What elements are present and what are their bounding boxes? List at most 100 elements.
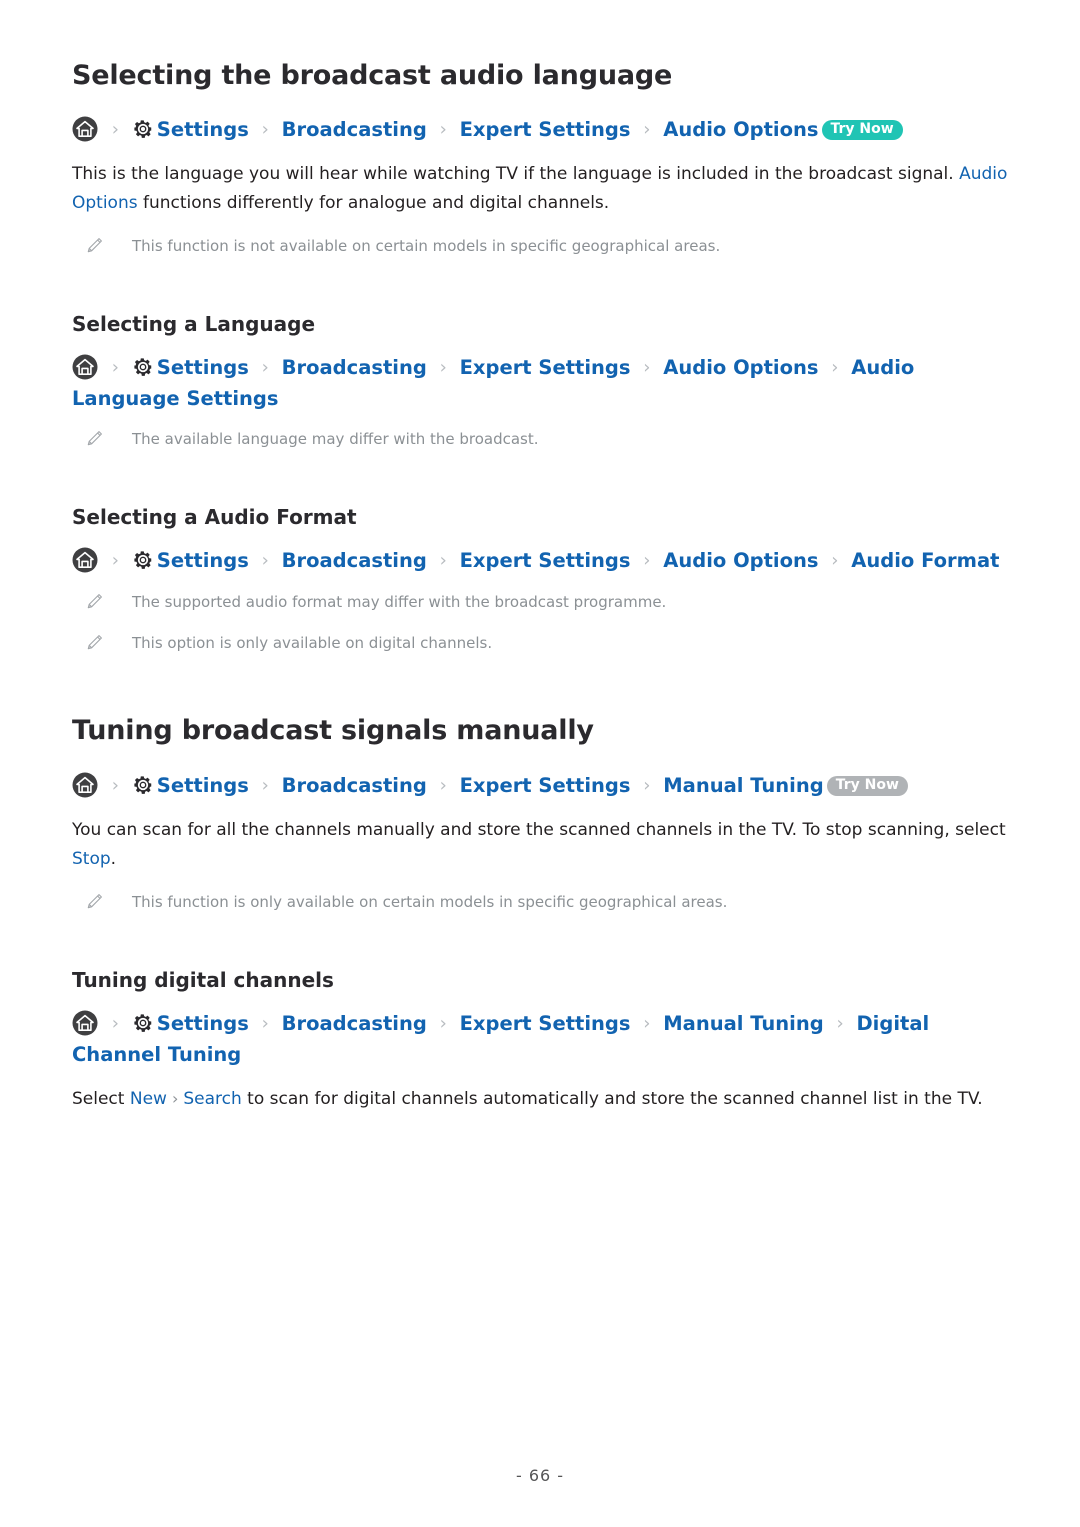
breadcrumb-item-broadcasting[interactable]: Broadcasting: [282, 1012, 427, 1035]
pencil-icon: [86, 593, 103, 610]
breadcrumb-item-settings[interactable]: Settings: [157, 356, 249, 379]
breadcrumb-item-expert-settings[interactable]: Expert Settings: [460, 356, 631, 379]
note-text: The available language may differ with t…: [132, 430, 539, 449]
page-title: Selecting the broadcast audio language: [72, 60, 673, 91]
breadcrumb-separator: ›: [643, 119, 651, 141]
inline-link-new[interactable]: New: [130, 1089, 167, 1109]
breadcrumb-item-settings[interactable]: Settings: [157, 549, 249, 572]
breadcrumb-item-audio-format[interactable]: Audio Format: [851, 549, 999, 572]
breadcrumb-item-settings[interactable]: Settings: [157, 118, 249, 141]
breadcrumb: › Settings › Broadcasting › Expert Setti…: [72, 115, 1008, 146]
pencil-icon: [86, 893, 103, 910]
breadcrumb-item-broadcasting[interactable]: Broadcasting: [282, 118, 427, 141]
section-heading-tuning-digital-channels: Tuning digital channels: [72, 967, 334, 992]
paragraph-text-part2: .: [110, 848, 117, 869]
breadcrumb-item-expert-settings[interactable]: Expert Settings: [460, 549, 631, 572]
paragraph-text-part1: You can scan for all the channels manual…: [72, 819, 1006, 840]
breadcrumb-separator: ›: [261, 550, 269, 572]
breadcrumb-item-broadcasting[interactable]: Broadcasting: [282, 356, 427, 379]
top-spacer: [72, 0, 1008, 60]
home-icon[interactable]: [72, 547, 98, 573]
breadcrumb-item-manual-tuning[interactable]: Manual Tuning: [663, 1012, 823, 1035]
paragraph-text-part1: This is the language you will hear while…: [72, 164, 960, 185]
breadcrumb-item-settings[interactable]: Settings: [157, 774, 249, 797]
paragraph-text-part1: Select: [72, 1088, 130, 1109]
breadcrumb-item-broadcasting[interactable]: Broadcasting: [282, 549, 427, 572]
breadcrumb-item-expert-settings[interactable]: Expert Settings: [460, 774, 631, 797]
breadcrumb-separator: ›: [831, 550, 839, 572]
breadcrumb-separator: ›: [111, 357, 119, 379]
home-icon[interactable]: [72, 1010, 98, 1036]
breadcrumb-separator: ›: [831, 357, 839, 379]
home-icon[interactable]: [72, 116, 98, 142]
breadcrumb-item-audio-options[interactable]: Audio Options: [663, 549, 818, 572]
breadcrumb-separator: ›: [439, 774, 447, 796]
note-item: The supported audio format may differ wi…: [72, 590, 1008, 614]
home-icon[interactable]: [72, 772, 98, 798]
pencil-icon: [86, 634, 103, 651]
inline-link-stop[interactable]: Stop: [72, 849, 111, 869]
page-number: - 66 -: [515, 1466, 565, 1485]
gear-icon[interactable]: [132, 118, 154, 140]
gear-icon[interactable]: [132, 356, 154, 378]
note-item: The available language may differ with t…: [72, 427, 1008, 451]
inline-separator: ›: [171, 1088, 179, 1108]
section-heading-selecting-an-audio-format: Selecting a Audio Format: [72, 505, 357, 530]
breadcrumb-separator: ›: [643, 774, 651, 796]
pencil-icon: [86, 430, 103, 447]
section-paragraph: This is the language you will hear while…: [72, 160, 1008, 218]
inline-link-search[interactable]: Search: [183, 1089, 241, 1109]
note-text: This function is not available on certai…: [132, 237, 721, 256]
breadcrumb-separator: ›: [439, 119, 447, 141]
gear-icon[interactable]: [132, 549, 154, 571]
paragraph-text-part2: functions differently for analogue and d…: [137, 193, 610, 214]
home-icon[interactable]: [72, 354, 98, 380]
breadcrumb-item-manual-tuning[interactable]: Manual Tuning: [663, 774, 823, 797]
breadcrumb-separator: ›: [439, 550, 447, 572]
paragraph-text-part2: to scan for digital channels automatical…: [241, 1088, 983, 1109]
document-page: Selecting the broadcast audio language ›…: [0, 0, 1080, 1527]
breadcrumb-item-expert-settings[interactable]: Expert Settings: [460, 1012, 631, 1035]
breadcrumb-separator: ›: [111, 119, 119, 141]
breadcrumb-separator: ›: [261, 119, 269, 141]
note-text: This function is only available on certa…: [132, 892, 728, 911]
breadcrumb: › Settings › Broadcasting › Expert Setti…: [72, 771, 1008, 802]
breadcrumb-separator: ›: [643, 357, 651, 379]
breadcrumb-separator: ›: [439, 1012, 447, 1034]
try-now-badge[interactable]: Try Now: [821, 120, 903, 141]
breadcrumb-separator: ›: [261, 774, 269, 796]
breadcrumb-item-audio-options[interactable]: Audio Options: [663, 356, 818, 379]
breadcrumb-item-broadcasting[interactable]: Broadcasting: [282, 774, 427, 797]
pencil-icon: [86, 237, 103, 254]
breadcrumb-separator: ›: [111, 774, 119, 796]
breadcrumb-item-settings[interactable]: Settings: [157, 1012, 249, 1035]
breadcrumb: › Settings › Broadcasting › Expert Setti…: [72, 546, 1008, 577]
breadcrumb-item-expert-settings[interactable]: Expert Settings: [460, 118, 631, 141]
try-now-badge-disabled[interactable]: Try Now: [826, 775, 908, 796]
breadcrumb-separator: ›: [111, 1012, 119, 1034]
breadcrumb-item-audio-options[interactable]: Audio Options: [663, 118, 818, 141]
section-paragraph: Select New › Search to scan for digital ch…: [72, 1084, 1008, 1114]
gear-icon[interactable]: [132, 1012, 154, 1034]
breadcrumb-separator: ›: [261, 357, 269, 379]
note-item: This function is only available on certa…: [72, 890, 1008, 914]
gear-icon[interactable]: [132, 774, 154, 796]
breadcrumb-separator: ›: [836, 1012, 844, 1034]
breadcrumb-separator: ›: [643, 1012, 651, 1034]
section-paragraph: You can scan for all the channels manual…: [72, 816, 1008, 874]
